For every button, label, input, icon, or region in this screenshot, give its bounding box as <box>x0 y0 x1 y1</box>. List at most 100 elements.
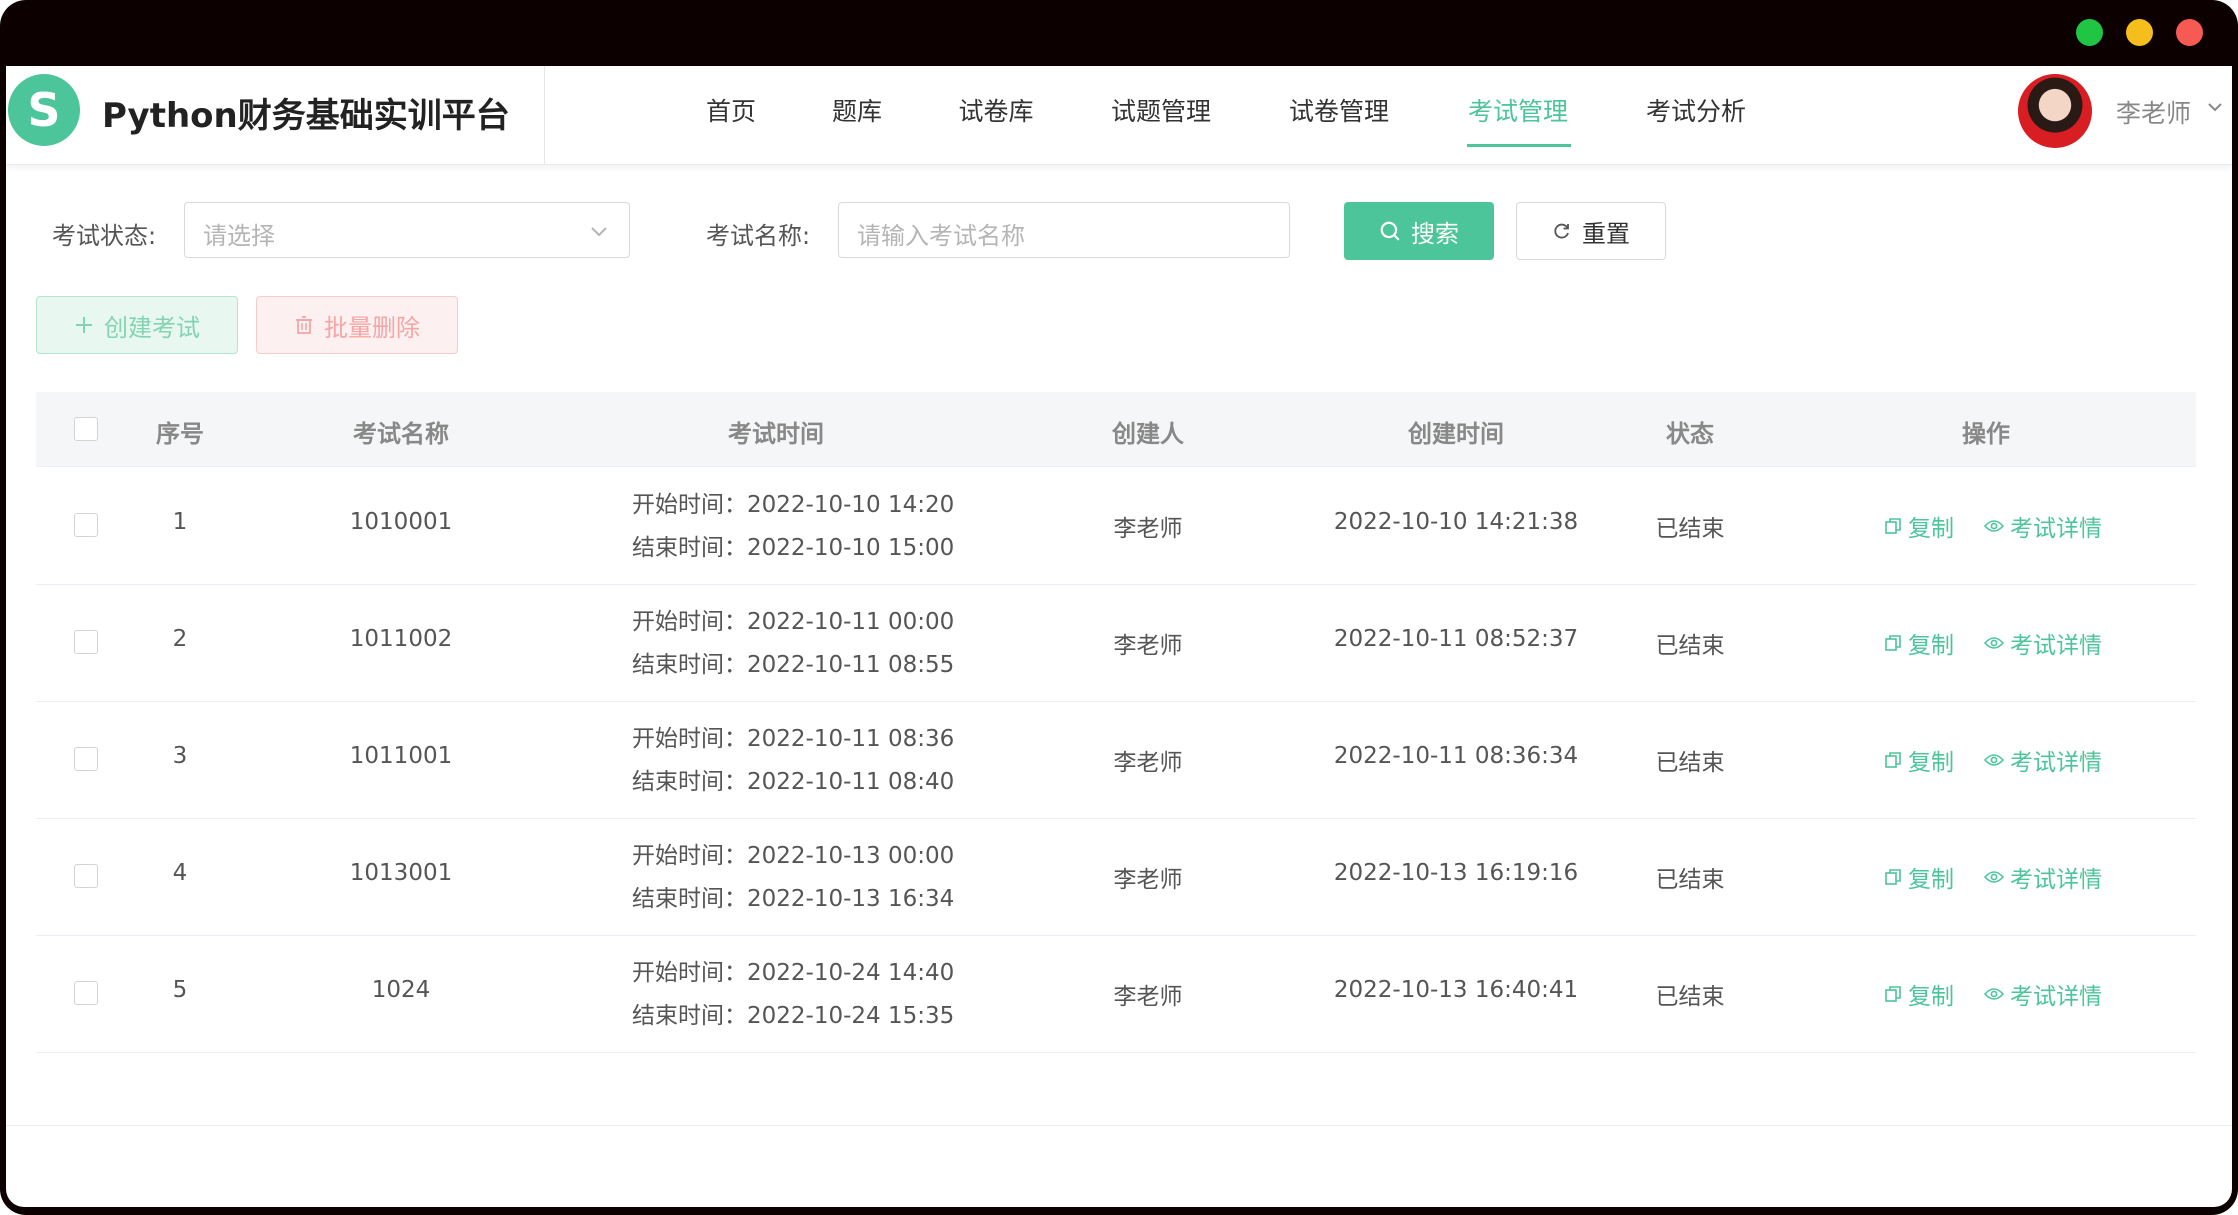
nav-paper-management[interactable]: 试卷管理 <box>1289 92 1389 128</box>
eye-icon <box>1984 871 2004 883</box>
copy-link[interactable]: 复制 <box>1884 977 1954 1011</box>
row-exam-name: 1024 <box>371 977 431 1003</box>
eye-icon <box>1984 637 2004 649</box>
copy-icon <box>1885 869 1901 885</box>
row-index: 2 <box>172 626 188 652</box>
copy-icon <box>1885 635 1901 651</box>
row-creator: 李老师 <box>1113 984 1183 1010</box>
refresh-icon <box>1554 223 1569 239</box>
copy-link[interactable]: 复制 <box>1884 509 1954 543</box>
exam-detail-link[interactable]: 考试详情 <box>1984 626 2102 660</box>
row-exam-name: 1011001 <box>349 743 453 769</box>
row-created-time: 2022-10-13 16:40:41 <box>1333 977 1579 1003</box>
row-end-time: 结束时间：2022-10-10 15:00 <box>632 535 955 561</box>
row-created-time: 2022-10-11 08:36:34 <box>1333 743 1579 769</box>
app-title: Python财务基础实训平台 <box>102 96 510 136</box>
exam-detail-link[interactable]: 考试详情 <box>1984 860 2102 894</box>
app-logo[interactable]: S <box>8 74 80 146</box>
column-header-creator: 创建人 <box>1112 420 1184 448</box>
create-exam-label: 创建考试 <box>104 313 200 342</box>
page-footer-divider <box>6 1125 2232 1126</box>
eye-icon <box>1984 754 2004 766</box>
app-screen: S Python财务基础实训平台 首页 题库 试卷库 试题管理 试卷管理 考试管… <box>6 66 2232 1207</box>
nav-paper-library[interactable]: 试卷库 <box>958 92 1033 128</box>
exam-name-input[interactable]: 请输入考试名称 <box>838 202 1290 258</box>
nav-home[interactable]: 首页 <box>706 92 756 128</box>
column-header-exam-time: 考试时间 <box>728 420 824 448</box>
status-select[interactable]: 请选择 <box>184 202 630 258</box>
select-all-checkbox[interactable] <box>74 417 98 441</box>
copy-icon <box>1885 752 1901 768</box>
row-start-time: 开始时间：2022-10-11 00:00 <box>632 609 955 635</box>
name-filter-label: 考试名称: <box>706 222 811 250</box>
nav-active-indicator <box>1467 144 1571 147</box>
row-end-time: 结束时间：2022-10-11 08:40 <box>632 769 955 795</box>
top-header: S Python财务基础实训平台 首页 题库 试卷库 试题管理 试卷管理 考试管… <box>6 66 2232 165</box>
row-start-time: 开始时间：2022-10-13 00:00 <box>632 843 955 869</box>
row-end-time: 结束时间：2022-10-11 08:55 <box>632 652 955 678</box>
window-maximize-button[interactable] <box>2076 19 2103 46</box>
row-checkbox[interactable] <box>74 981 98 1005</box>
row-status: 已结束 <box>1655 867 1725 893</box>
copy-label: 复制 <box>1908 633 1954 659</box>
reset-button[interactable]: 重置 <box>1516 202 1666 260</box>
table-row: 1 1010001 开始时间：2022-10-10 14:20 结束时间：202… <box>36 467 2196 585</box>
row-creator: 李老师 <box>1113 750 1183 776</box>
user-avatar[interactable] <box>2018 74 2092 148</box>
row-checkbox[interactable] <box>74 864 98 888</box>
nav-question-management[interactable]: 试题管理 <box>1111 92 1211 128</box>
copy-icon <box>1885 518 1901 534</box>
column-header-index: 序号 <box>156 420 204 448</box>
exam-detail-link[interactable]: 考试详情 <box>1984 743 2102 777</box>
row-index: 3 <box>172 743 188 769</box>
exam-detail-label: 考试详情 <box>2010 516 2102 542</box>
row-start-time: 开始时间：2022-10-24 14:40 <box>632 960 955 986</box>
batch-delete-button[interactable]: 批量删除 <box>256 296 458 354</box>
window-close-button[interactable] <box>2176 19 2203 46</box>
column-header-status: 状态 <box>1666 420 1714 448</box>
copy-label: 复制 <box>1908 516 1954 542</box>
exam-detail-label: 考试详情 <box>2010 867 2102 893</box>
table-row: 3 1011001 开始时间：2022-10-11 08:36 结束时间：202… <box>36 701 2196 819</box>
window-frame: S Python财务基础实训平台 首页 题库 试卷库 试题管理 试卷管理 考试管… <box>0 0 2238 1215</box>
row-index: 5 <box>172 977 188 1003</box>
copy-link[interactable]: 复制 <box>1884 626 1954 660</box>
reset-button-label: 重置 <box>1582 219 1630 248</box>
chevron-down-icon <box>591 227 607 237</box>
nav-exam-management[interactable]: 考试管理 <box>1468 92 1568 128</box>
create-exam-button[interactable]: 创建考试 <box>36 296 238 354</box>
window-minimize-button[interactable] <box>2126 19 2153 46</box>
copy-link[interactable]: 复制 <box>1884 860 1954 894</box>
row-exam-name: 1013001 <box>349 860 453 886</box>
table-row: 5 1024 开始时间：2022-10-24 14:40 结束时间：2022-1… <box>36 935 2196 1053</box>
row-checkbox[interactable] <box>74 513 98 537</box>
nav-exam-analysis[interactable]: 考试分析 <box>1646 92 1746 128</box>
search-icon <box>1380 221 1400 241</box>
table-header: 序号 考试名称 考试时间 创建人 创建时间 状态 操作 <box>36 392 2196 467</box>
row-exam-name: 1010001 <box>349 509 453 535</box>
row-end-time: 结束时间：2022-10-13 16:34 <box>632 886 955 912</box>
copy-icon <box>1885 986 1901 1002</box>
row-creator: 李老师 <box>1113 633 1183 659</box>
search-button-label: 搜索 <box>1411 219 1459 248</box>
header-divider <box>544 66 545 164</box>
row-created-time: 2022-10-11 08:52:37 <box>1333 626 1579 652</box>
copy-label: 复制 <box>1908 867 1954 893</box>
copy-label: 复制 <box>1908 984 1954 1010</box>
status-select-placeholder: 请选择 <box>203 222 275 250</box>
row-checkbox[interactable] <box>74 747 98 771</box>
chevron-down-icon[interactable] <box>2208 100 2222 114</box>
exam-name-placeholder: 请输入考试名称 <box>857 222 1025 250</box>
eye-icon <box>1984 988 2004 1000</box>
search-button[interactable]: 搜索 <box>1344 202 1494 260</box>
table-row: 4 1013001 开始时间：2022-10-13 00:00 结束时间：202… <box>36 818 2196 936</box>
row-end-time: 结束时间：2022-10-24 15:35 <box>632 1003 955 1029</box>
column-header-actions: 操作 <box>1962 420 2010 448</box>
row-checkbox[interactable] <box>74 630 98 654</box>
exam-detail-link[interactable]: 考试详情 <box>1984 977 2102 1011</box>
row-status: 已结束 <box>1655 516 1725 542</box>
copy-link[interactable]: 复制 <box>1884 743 1954 777</box>
exam-detail-link[interactable]: 考试详情 <box>1984 509 2102 543</box>
nav-question-bank[interactable]: 题库 <box>832 92 882 128</box>
user-name[interactable]: 李老师 <box>2116 94 2191 130</box>
